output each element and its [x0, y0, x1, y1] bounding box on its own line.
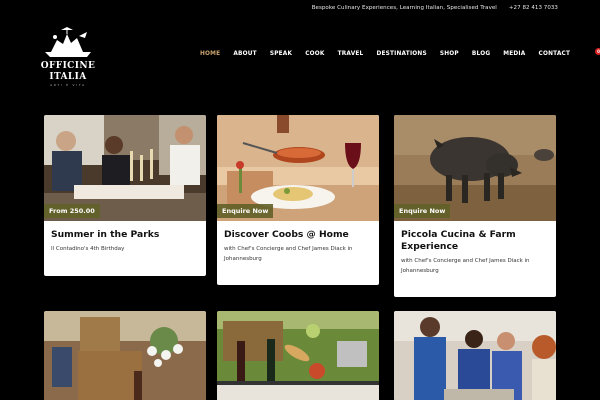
- logo-name-line2: ITALIA: [49, 72, 87, 82]
- nav-item-home[interactable]: HOME: [200, 51, 220, 57]
- card-image[interactable]: From 250.00: [44, 115, 206, 221]
- site-logo[interactable]: OFFICINE ITALIA ARTI E VITA: [38, 26, 98, 87]
- card-title[interactable]: Piccola Cucina & Farm Experience: [401, 229, 549, 253]
- card-piccola-cucina[interactable]: Enquire Now Piccola Cucina & Farm Experi…: [394, 115, 556, 297]
- topbar-phone[interactable]: +27 82 413 7033: [509, 5, 558, 11]
- topbar: Bespoke Culinary Experiences, Learning I…: [312, 5, 558, 11]
- logo-boat-icon: [45, 27, 91, 57]
- nav-item-blog[interactable]: BLOG: [472, 51, 490, 57]
- card-cooking-class-photo[interactable]: [394, 311, 556, 400]
- cart-count-badge: 0: [595, 48, 600, 55]
- nav-item-speak[interactable]: SPEAK: [270, 51, 292, 57]
- card-enquire-badge[interactable]: Enquire Now: [217, 204, 274, 218]
- card-subtitle: Il Contadino's 4th Birthday: [51, 246, 125, 252]
- basket-photo: [44, 311, 206, 400]
- card-discover-coobs[interactable]: Enquire Now Discover Coobs @ Home with C…: [217, 115, 379, 285]
- card-image[interactable]: Enquire Now: [394, 115, 556, 221]
- logo-name-line1: OFFICINE: [40, 61, 96, 71]
- nav-item-travel[interactable]: TRAVEL: [338, 51, 364, 57]
- cooking-class-photo: [394, 311, 556, 400]
- card-subtitle: with Chef's Concierge and Chef James Dia…: [224, 246, 353, 262]
- card-basket-photo[interactable]: [44, 311, 206, 400]
- card-enquire-badge[interactable]: Enquire Now: [394, 204, 451, 218]
- picnic-photo: [217, 311, 379, 400]
- nav-item-cook[interactable]: COOK: [305, 51, 324, 57]
- card-title[interactable]: Summer in the Parks: [51, 229, 199, 241]
- card-subtitle: with Chef's Concierge and Chef James Dia…: [401, 258, 530, 274]
- nav-item-about[interactable]: ABOUT: [233, 51, 257, 57]
- logo-subtitle: ARTI E VITA: [50, 83, 86, 87]
- nav-item-media[interactable]: MEDIA: [503, 51, 525, 57]
- nav-item-contact[interactable]: CONTACT: [538, 51, 570, 57]
- nav-item-destinations[interactable]: DESTINATIONS: [376, 51, 426, 57]
- nav-item-shop[interactable]: SHOP: [440, 51, 459, 57]
- card-picnic-photo[interactable]: [217, 311, 379, 400]
- card-price-badge[interactable]: From 250.00: [44, 204, 100, 218]
- main-nav: HOME ABOUT SPEAK COOK TRAVEL DESTINATION…: [200, 48, 600, 57]
- topbar-tagline: Bespoke Culinary Experiences, Learning I…: [311, 5, 497, 11]
- card-title[interactable]: Discover Coobs @ Home: [224, 229, 372, 241]
- card-summer-in-the-parks[interactable]: From 250.00 Summer in the Parks Il Conta…: [44, 115, 206, 276]
- card-image[interactable]: Enquire Now: [217, 115, 379, 221]
